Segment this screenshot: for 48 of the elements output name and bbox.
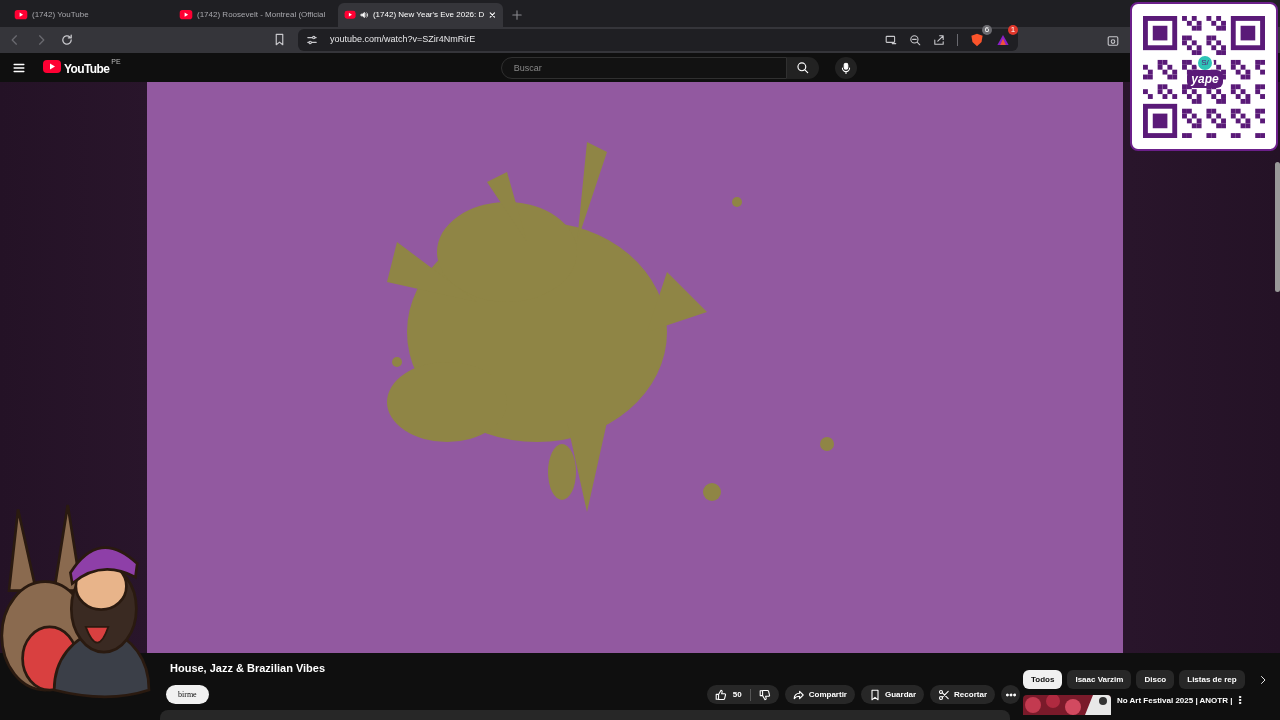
reload-icon[interactable] [60,32,74,47]
site-settings-icon[interactable] [306,33,318,46]
video-title: House, Jazz & Brazilian Vibes [170,661,327,677]
close-icon[interactable] [488,9,497,20]
address-bar[interactable]: youtube.com/watch?v=SZir4NmRirE 6 1 [298,28,1018,51]
action-button[interactable]: Recortar [930,685,995,705]
microphone-icon [839,61,852,74]
new-tab-icon[interactable] [511,8,523,21]
action-button[interactable]: Compartir [784,685,855,705]
search-button[interactable] [786,56,819,79]
filter-chip[interactable]: Listas de rep [1179,670,1245,690]
cast-icon[interactable] [885,33,897,46]
browser-tab[interactable]: (1742) Roosevelt - Montreal (Official [173,2,338,27]
browser-tab[interactable]: (1742) New Year's Eve 2026: D [338,2,503,27]
tab-title: (1742) Roosevelt - Montreal (Official [197,8,327,21]
brand-text: yape [1187,69,1223,88]
filter-chip[interactable]: Disco [1136,670,1175,690]
tab-title: (1742) New Year's Eve 2026: D [372,8,485,21]
scrollbar-thumb[interactable] [1275,162,1280,293]
sidebar-icon[interactable] [1107,35,1119,47]
share-icon[interactable] [933,33,945,46]
speaker-icon[interactable] [360,9,369,20]
shield-icon[interactable] [970,32,984,47]
youtube-icon [14,7,28,22]
like-count: 50 [732,689,742,701]
thumbs-up-icon [714,689,727,701]
currency-badge: S/ [1196,53,1214,72]
youtube-icon [179,7,193,22]
scissors-icon [938,689,951,701]
extension-badge: 6 [982,24,992,35]
bookmark-icon[interactable] [273,33,286,47]
filter-chip[interactable]: Todos [1023,670,1063,690]
action-button[interactable]: Guardar [860,685,925,705]
browser-tab[interactable]: (1742) YouTube [8,2,173,27]
thumbs-down-icon [758,689,771,701]
tab-title: (1742) YouTube [32,8,90,21]
subscribe-button[interactable]: birme [166,685,209,705]
share-arrow-icon [792,689,805,701]
youtube-logo-text[interactable]: YouTube [64,60,110,79]
search-field[interactable]: Buscar [500,56,787,79]
extension-badge: 1 [1008,24,1018,35]
voice-search-button[interactable] [834,56,857,79]
search-icon [796,61,810,75]
filter-chip[interactable]: Isaac Varzim [1067,670,1132,690]
url-text: youtube.com/watch?v=SZir4NmRirE [330,33,477,47]
bookmark-icon [868,689,881,701]
more-button[interactable] [1001,685,1020,705]
zoom-out-icon[interactable] [909,33,921,46]
